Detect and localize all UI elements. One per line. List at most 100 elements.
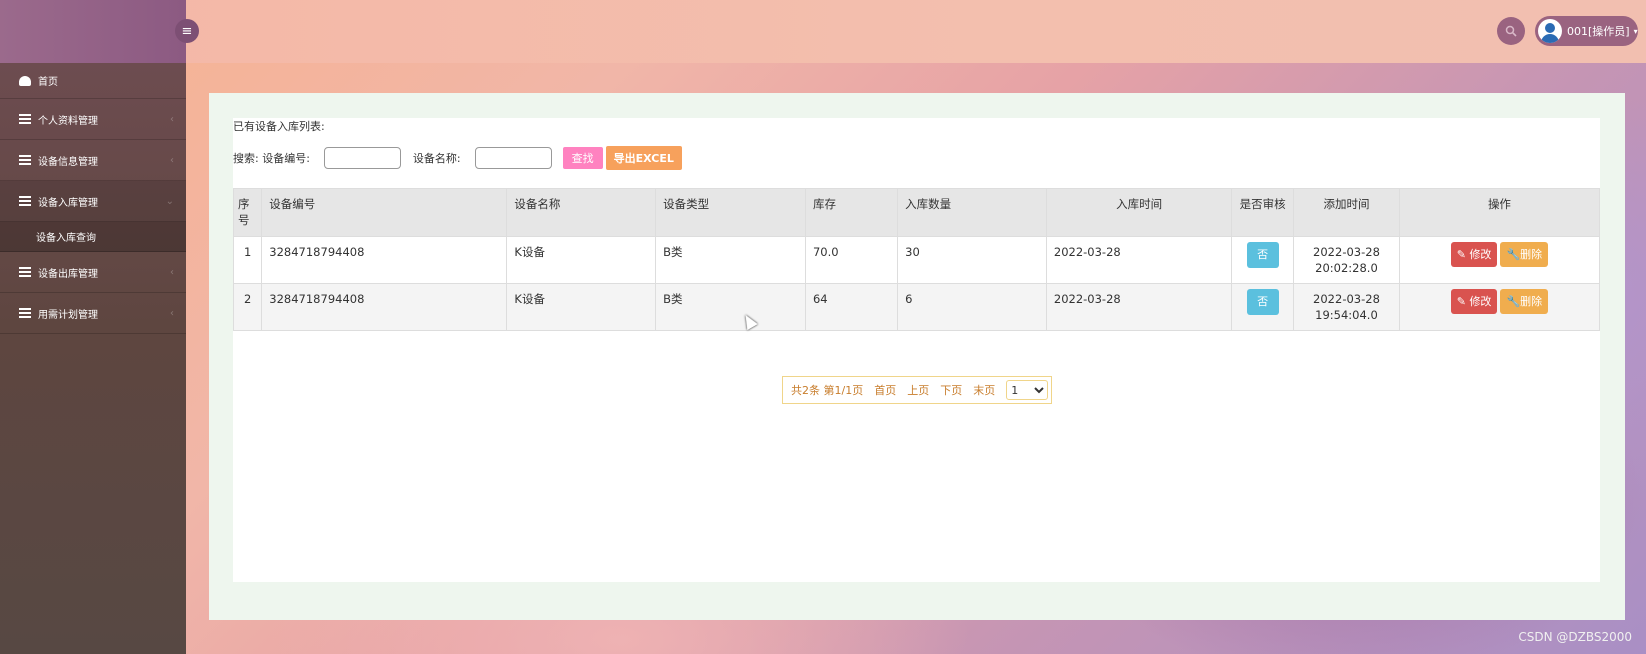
avatar [1538,19,1562,43]
chevron-left-icon: ‹ [170,154,174,166]
page-select[interactable]: 1 [1006,380,1049,400]
list-card: 已有设备入库列表: 搜索: 设备编号: 设备名称: 查找 导出EXCEL 序号 … [232,118,1601,582]
cell-code: 3284718794408 [261,236,508,284]
sidebar-subitem-device-in-query[interactable]: 设备入库查询 [0,222,186,252]
add-date: 2022-03-28 [1313,292,1380,306]
cell-audit: 否 [1231,283,1295,331]
user-name: 001[操作员] [1567,25,1630,38]
sidebar-item-label: 设备出库管理 [38,268,98,280]
header-in-time: 入库时间 [1045,188,1233,237]
search-bar: 搜索: 设备编号: 设备名称: 查找 导出EXCEL [233,146,682,170]
list-icon [19,196,31,206]
pager-last[interactable]: 末页 [973,382,995,398]
sidebar-item-profile[interactable]: 个人资料管理 ‹ [0,99,186,140]
header-qty: 入库数量 [897,188,1047,237]
dashboard-icon [19,75,31,86]
chevron-down-icon: ▾ [1633,26,1638,36]
cell-actions: ✎ 修改 🔧删除 [1398,283,1601,331]
find-button[interactable]: 查找 [562,147,603,169]
pager-first[interactable]: 首页 [874,382,896,398]
search-code-label: 搜索: 设备编号: [233,152,310,165]
header-code: 设备编号 [261,188,508,237]
search-icon[interactable] [1497,17,1525,45]
cell-type: B类 [655,283,806,331]
header-actions: 操作 [1398,188,1601,237]
sidebar-item-device-info[interactable]: 设备信息管理 ‹ [0,140,186,181]
table-header-row: 序号 设备编号 设备名称 设备类型 库存 入库数量 入库时间 是否审核 添加时间… [232,188,1601,237]
audit-status-badge[interactable]: 否 [1246,289,1279,315]
table-row: 2 3284718794408 K设备 B类 64 6 2022-03-28 否… [232,283,1601,331]
cell-in-time: 2022-03-28 [1045,283,1233,331]
header-stock: 库存 [804,188,899,237]
table-row: 1 3284718794408 K设备 B类 70.0 30 2022-03-2… [232,236,1601,284]
chevron-left-icon: ‹ [170,307,174,319]
sidebar-item-label: 设备信息管理 [38,156,98,168]
chevron-left-icon: ‹ [170,266,174,278]
pager-prev[interactable]: 上页 [907,382,929,398]
watermark: CSDN @DZBS2000 [1518,630,1632,644]
add-clock: 20:02:28.0 [1315,261,1378,275]
list-icon [19,114,31,124]
delete-button[interactable]: 🔧删除 [1500,289,1549,314]
top-bar: ≡ 001[操作员] ▾ [0,0,1646,63]
cell-qty: 30 [897,236,1047,284]
cell-type: B类 [655,236,806,284]
sidebar-item-label: 个人资料管理 [38,115,98,127]
header-type: 设备类型 [655,188,806,237]
cell-no: 1 [232,236,263,284]
delete-label: 删除 [1520,248,1543,261]
cell-no: 2 [232,283,263,331]
device-code-input[interactable] [323,147,401,169]
delete-label: 删除 [1520,295,1543,308]
list-icon [19,267,31,277]
cell-audit: 否 [1231,236,1295,284]
user-menu[interactable]: 001[操作员] ▾ [1535,16,1638,46]
cell-code: 3284718794408 [261,283,508,331]
edit-button[interactable]: ✎ 修改 [1450,242,1498,267]
cell-stock: 64 [804,283,899,331]
cell-add-time: 2022-03-28 20:02:28.0 [1293,236,1400,284]
sidebar-item-plan[interactable]: 用需计划管理 ‹ [0,293,186,334]
sidebar: 首页 个人资料管理 ‹ 设备信息管理 ‹ 设备入库管理 ⌄ 设备入库查询 设备出… [0,63,186,654]
add-date: 2022-03-28 [1313,245,1380,259]
logo-area [0,0,186,63]
cell-name: K设备 [506,236,657,284]
add-clock: 19:54:04.0 [1315,308,1378,322]
header-add-time: 添加时间 [1293,188,1400,237]
device-in-table: 序号 设备编号 设备名称 设备类型 库存 入库数量 入库时间 是否审核 添加时间… [232,188,1601,331]
menu-toggle-icon[interactable]: ≡ [175,19,199,43]
pagination: 共2条 第1/1页 首页 上页 下页 末页 1 [782,376,1052,404]
cell-qty: 6 [897,283,1047,331]
audit-status-badge[interactable]: 否 [1246,242,1279,268]
edit-button[interactable]: ✎ 修改 [1450,289,1498,314]
content-panel: 已有设备入库列表: 搜索: 设备编号: 设备名称: 查找 导出EXCEL 序号 … [209,93,1625,620]
chevron-down-icon: ⌄ [165,195,174,207]
sidebar-subitem-label: 设备入库查询 [36,233,96,244]
pencil-icon: ✎ [1456,248,1466,261]
list-title: 已有设备入库列表: [233,120,325,133]
device-name-input[interactable] [474,147,552,169]
search-name-label: 设备名称: [412,152,461,165]
wrench-icon: 🔧 [1506,248,1521,261]
list-icon [19,155,31,165]
sidebar-item-device-in[interactable]: 设备入库管理 ⌄ [0,181,186,222]
export-excel-button[interactable]: 导出EXCEL [605,146,682,170]
pager-summary: 共2条 第1/1页 [791,384,864,397]
cell-name: K设备 [506,283,657,331]
pager-next[interactable]: 下页 [940,382,962,398]
header-name: 设备名称 [506,188,657,237]
cell-add-time: 2022-03-28 19:54:04.0 [1293,283,1400,331]
wrench-icon: 🔧 [1506,295,1521,308]
sidebar-item-label: 用需计划管理 [38,309,98,321]
cell-stock: 70.0 [804,236,899,284]
chevron-left-icon: ‹ [170,113,174,125]
sidebar-item-home[interactable]: 首页 [0,63,186,99]
delete-button[interactable]: 🔧删除 [1500,242,1549,267]
sidebar-item-device-out[interactable]: 设备出库管理 ‹ [0,252,186,293]
cell-in-time: 2022-03-28 [1045,236,1233,284]
edit-label: 修改 [1469,295,1492,308]
cell-actions: ✎ 修改 🔧删除 [1398,236,1601,284]
header-no: 序号 [232,188,263,237]
edit-label: 修改 [1469,248,1492,261]
list-icon [19,308,31,318]
